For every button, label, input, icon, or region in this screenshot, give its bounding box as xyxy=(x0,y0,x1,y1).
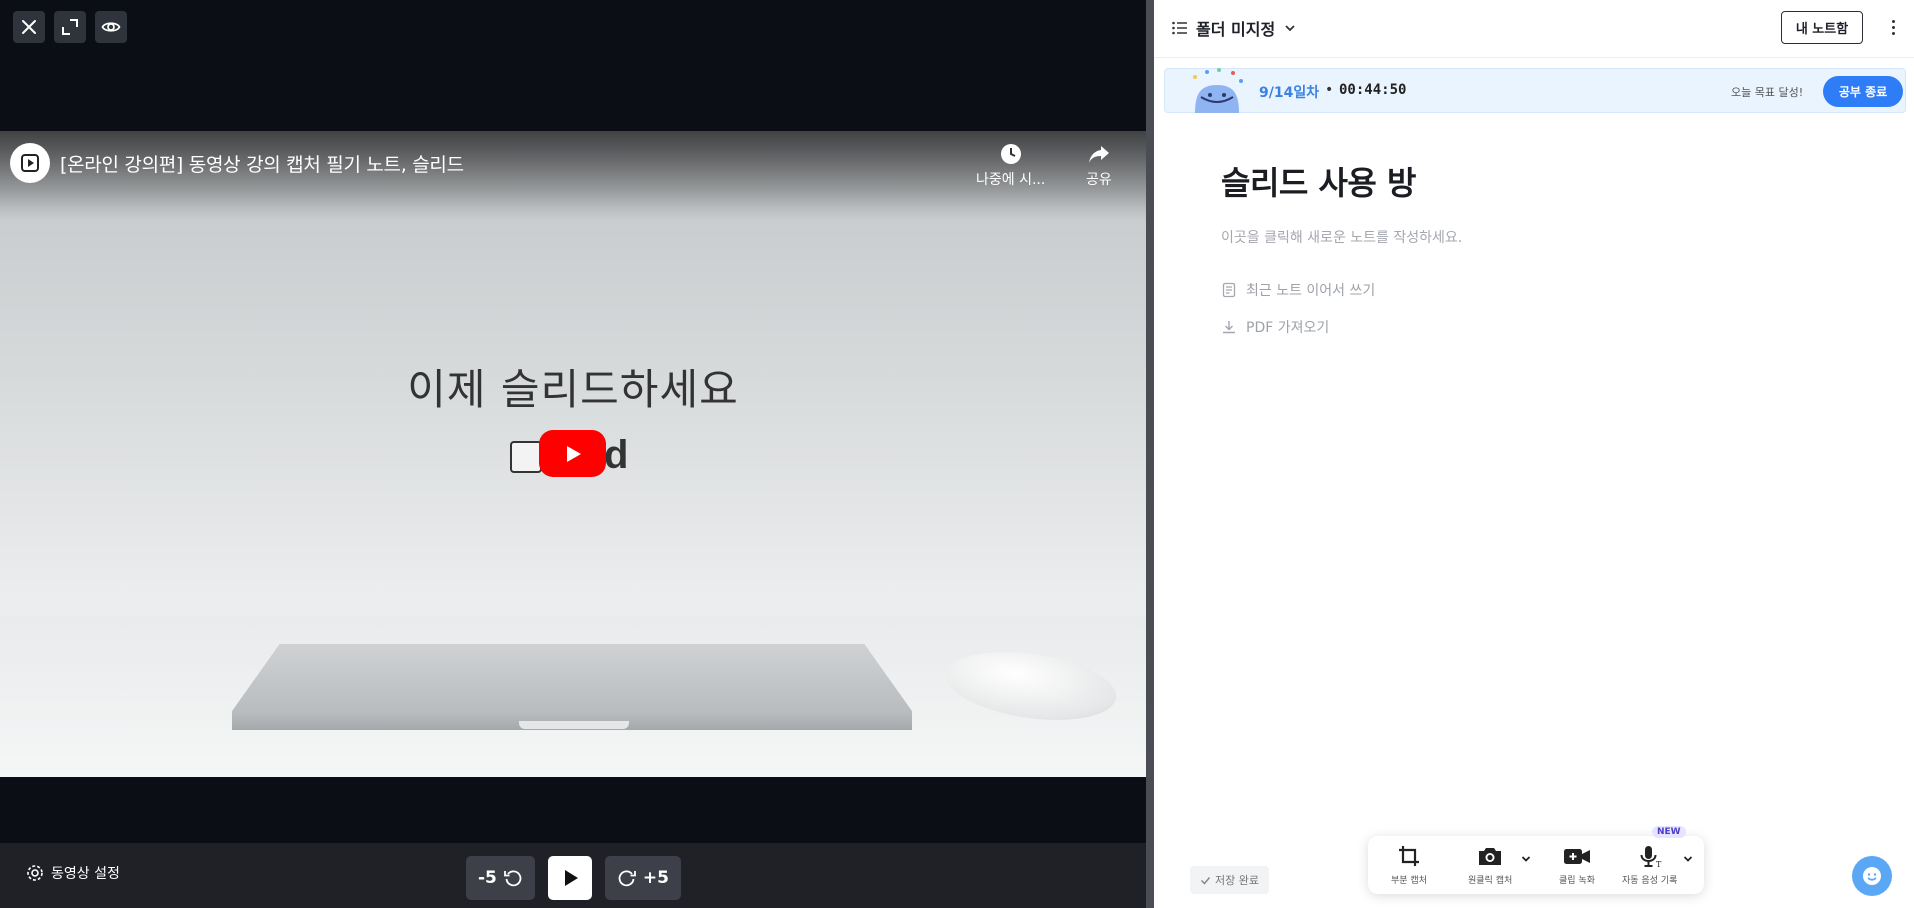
forward-button[interactable]: +5 xyxy=(604,856,681,900)
capture-toolbar: 부분 캡처 원클릭 캡처 클립 녹화 T 자동 음성 기록 NEW xyxy=(1368,826,1704,894)
microphone-icon: T xyxy=(1640,846,1662,868)
share-icon xyxy=(1088,146,1109,163)
channel-avatar[interactable] xyxy=(10,143,50,183)
forward-label: +5 xyxy=(642,868,669,888)
study-separator: • xyxy=(1325,82,1334,98)
video-player: [온라인 강의편] 동영상 강의 캡처 필기 노트, 슬리드 나중에 시... … xyxy=(0,0,1146,908)
visibility-button[interactable] xyxy=(95,11,127,43)
expand-button[interactable] xyxy=(54,11,86,43)
partial-capture-label: 부분 캡처 xyxy=(1391,876,1427,886)
save-status-label: 저장 완료 xyxy=(1215,874,1259,887)
video-settings-button[interactable]: 동영상 설정 xyxy=(26,863,120,883)
new-badge: NEW xyxy=(1652,826,1686,838)
save-status-badge: 저장 완료 xyxy=(1190,866,1269,894)
crop-icon xyxy=(1398,846,1419,866)
study-timer-bar: 9/14일차 • 00:44:50 오늘 목표 달성! 공부 종료 xyxy=(1164,68,1906,113)
watch-later-label: 나중에 시... xyxy=(976,172,1046,188)
clip-record-button[interactable]: 클립 녹화 xyxy=(1559,844,1595,886)
camera-icon xyxy=(1479,848,1502,865)
video-settings-label: 동영상 설정 xyxy=(51,866,120,882)
study-timer: 00:44:50 xyxy=(1339,82,1407,98)
laptop-image xyxy=(232,644,912,730)
more-dot-icon xyxy=(1891,19,1895,23)
smile-chat-icon xyxy=(1863,867,1881,885)
rewind-button[interactable]: -5 xyxy=(466,856,535,900)
auto-voice-record-label: 자동 음성 기록 xyxy=(1622,876,1678,886)
video-camera-icon xyxy=(1563,849,1590,864)
list-icon xyxy=(1172,21,1187,35)
forward-icon xyxy=(618,870,636,887)
more-menu-button[interactable] xyxy=(1883,14,1903,40)
import-pdf-button[interactable]: PDF 가져오기 xyxy=(1221,317,1329,337)
continue-recent-note-label: 최근 노트 이어서 쓰기 xyxy=(1246,283,1376,299)
close-button[interactable] xyxy=(13,11,45,43)
study-day: 9/14일차 xyxy=(1259,85,1320,101)
clock-icon xyxy=(1000,144,1021,164)
seek-controls: -5 +5 xyxy=(466,856,681,900)
slid-logo-icon xyxy=(21,154,39,172)
download-icon xyxy=(1223,321,1235,334)
clip-record-label: 클립 녹화 xyxy=(1559,876,1595,886)
play-icon xyxy=(564,870,578,886)
auto-voice-record-button[interactable]: T 자동 음성 기록 xyxy=(1622,844,1677,886)
video-title[interactable]: [온라인 강의편] 동영상 강의 캡처 필기 노트, 슬리드 xyxy=(60,150,464,177)
slide-logo-mark xyxy=(510,441,542,473)
share-label: 공유 xyxy=(1086,172,1112,188)
note-icon xyxy=(1222,282,1236,298)
voice-options-chevron-icon[interactable] xyxy=(1682,853,1694,865)
more-dot-icon xyxy=(1891,31,1895,35)
expand-icon xyxy=(62,19,78,35)
one-click-capture-label: 원클릭 캡처 xyxy=(1468,876,1513,886)
video-frame[interactable]: [온라인 강의편] 동영상 강의 캡처 필기 노트, 슬리드 나중에 시... … xyxy=(0,131,1146,777)
player-top-controls xyxy=(13,11,127,43)
note-editor-placeholder[interactable]: 이곳을 클릭해 새로운 노트를 작성하세요. xyxy=(1221,227,1462,247)
more-dot-icon xyxy=(1891,25,1895,29)
laptop-notch xyxy=(519,721,629,729)
eye-icon xyxy=(101,22,121,32)
chevron-down-icon xyxy=(1285,25,1295,32)
capture-options-chevron-icon[interactable] xyxy=(1520,853,1532,865)
watch-later-button[interactable]: 나중에 시... xyxy=(976,143,1045,189)
rewind-icon xyxy=(503,870,522,887)
one-click-capture-button[interactable]: 원클릭 캡처 xyxy=(1468,844,1512,886)
folder-select[interactable]: 폴더 미지정 xyxy=(1172,16,1297,40)
continue-recent-note-button[interactable]: 최근 노트 이어서 쓰기 xyxy=(1221,280,1375,300)
notes-header: 폴더 미지정 내 노트함 xyxy=(1154,0,1914,58)
check-icon xyxy=(1200,876,1211,885)
slide-logo-letter: d xyxy=(604,433,629,477)
youtube-play-button[interactable] xyxy=(539,430,606,477)
play-button[interactable] xyxy=(547,856,592,900)
partial-capture-button[interactable]: 부분 캡처 xyxy=(1391,844,1427,886)
play-icon xyxy=(566,445,581,462)
gear-icon xyxy=(27,865,43,881)
support-chat-button[interactable] xyxy=(1852,856,1892,896)
close-icon xyxy=(22,20,36,34)
svg-text:T: T xyxy=(1656,860,1662,868)
mascot-icon xyxy=(1193,68,1243,113)
rewind-label: -5 xyxy=(478,868,497,888)
slide-heading: 이제 슬리드하세요 xyxy=(407,365,739,414)
goal-status: 오늘 목표 달성! xyxy=(1731,86,1804,99)
share-button[interactable]: 공유 xyxy=(1086,143,1112,189)
import-pdf-label: PDF 가져오기 xyxy=(1246,320,1330,336)
folder-label: 폴더 미지정 xyxy=(1196,20,1276,39)
note-title[interactable]: 슬리드 사용 방 xyxy=(1221,158,1416,204)
player-bottom-bar: 동영상 설정 -5 +5 xyxy=(0,843,1146,908)
my-notes-button[interactable]: 내 노트함 xyxy=(1781,11,1863,44)
notes-panel: 폴더 미지정 내 노트함 9/14일차 • 00:44:50 오늘 목표 달성!… xyxy=(1154,0,1914,908)
end-study-button[interactable]: 공부 종료 xyxy=(1823,76,1903,107)
panel-resize-handle[interactable] xyxy=(1146,0,1154,908)
